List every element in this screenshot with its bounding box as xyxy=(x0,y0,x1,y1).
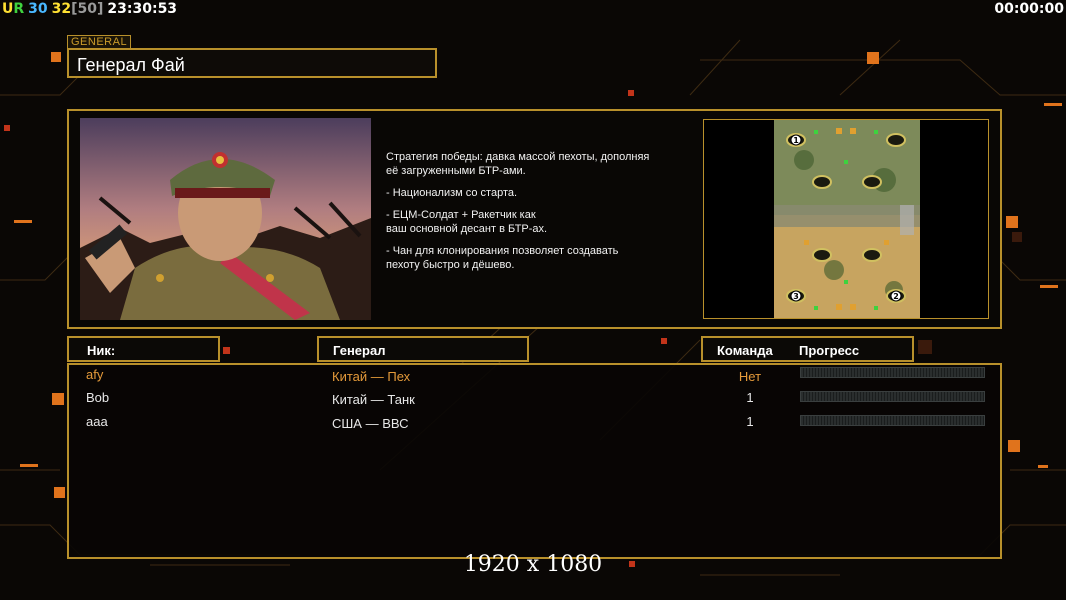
hud-timer: 00:00:00 xyxy=(994,1,1064,17)
start-spot-3: 3 xyxy=(793,292,799,301)
team-progress-header-box: Команда Прогресс xyxy=(701,336,914,362)
player-general: Китай — Пех xyxy=(332,369,411,384)
player-progress-bar xyxy=(800,367,985,378)
player-general: США — ВВС xyxy=(332,416,409,431)
player-nick: afy xyxy=(86,367,104,382)
player-progress-bar xyxy=(800,391,985,402)
player-team: 1 xyxy=(746,414,754,429)
player-nick: Bob xyxy=(86,390,110,405)
start-spot-2: 2 xyxy=(893,292,899,301)
player-team: Нет xyxy=(738,369,762,384)
minimap-image: 1 3 2 xyxy=(774,120,920,318)
general-title-box: Генерал Фай xyxy=(67,48,437,78)
team-header: Команда xyxy=(717,343,773,358)
hud-value-3: [50] xyxy=(71,1,104,17)
strategy-description: Стратегия победы: давка массой пехоты, д… xyxy=(386,150,696,278)
general-header-box: Генерал xyxy=(317,336,529,362)
player-team: 1 xyxy=(746,390,754,405)
nick-header: Ник: xyxy=(87,343,116,358)
general-portrait xyxy=(80,118,371,320)
minimap: 1 3 2 xyxy=(774,120,920,318)
portrait-image xyxy=(80,118,371,320)
general-header: Генерал xyxy=(333,343,386,358)
strategy-text-1: Стратегия победы: давка массой пехоты, д… xyxy=(386,151,650,177)
strategy-text-2: - Национализм со старта. xyxy=(386,187,518,199)
hud-value-2: 32 xyxy=(51,1,72,17)
player-general: Китай — Танк xyxy=(332,392,415,407)
strategy-text-4: - Чан для клонирования позволяет создава… xyxy=(386,245,619,271)
hud-value-1: 30 xyxy=(28,1,48,17)
nick-header-box: Ник: xyxy=(67,336,220,362)
resolution-watermark: 1920 x 1080 xyxy=(463,552,603,577)
strategy-text-3: - ЕЦМ-Солдат + Ракетчик как ваш основной … xyxy=(386,209,548,235)
progress-header: Прогресс xyxy=(799,343,860,358)
general-name: Генерал Фай xyxy=(77,55,185,75)
player-progress-bar xyxy=(800,415,985,426)
hud-clock: 23:30:53 xyxy=(107,1,178,17)
player-nick: aaa xyxy=(86,414,108,429)
start-spot-1: 1 xyxy=(793,136,799,145)
hud-value-group: 32[50] xyxy=(52,1,104,17)
hud-stats: UR 30 32[50] 23:30:53 xyxy=(2,1,177,17)
ur-label: UR xyxy=(2,1,25,17)
